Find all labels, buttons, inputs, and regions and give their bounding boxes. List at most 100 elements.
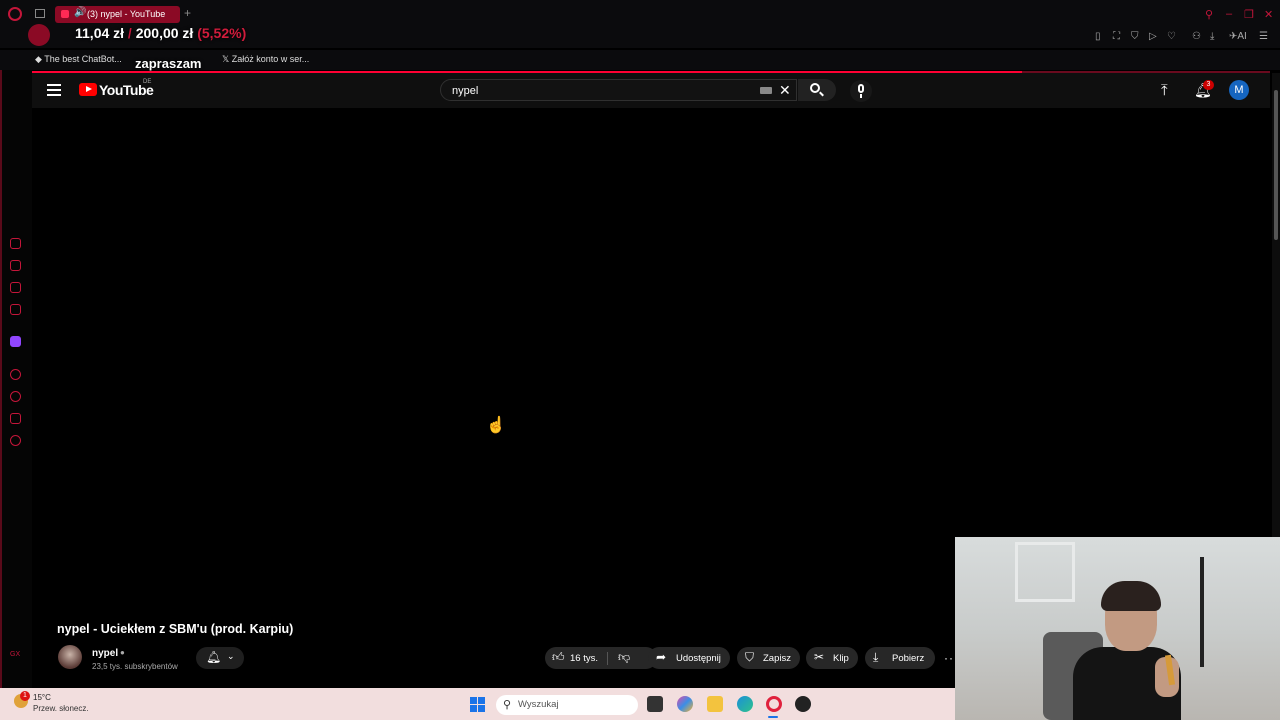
- country-code: DE: [143, 79, 152, 85]
- edge-browser-icon[interactable]: [737, 696, 753, 712]
- download-arrow-icon: ⤓: [873, 650, 879, 664]
- like-count: 16 tys.: [570, 653, 598, 664]
- new-tab-icon[interactable]: +: [184, 6, 191, 20]
- save-label: Zapisz: [763, 653, 791, 664]
- sidebar-gx-icon[interactable]: GX: [10, 651, 21, 662]
- weather-condition[interactable]: Przew. słonecz.: [33, 704, 89, 713]
- bookmark-chatbot-label: The best ChatBot...: [44, 54, 122, 64]
- microphone-icon: [858, 84, 864, 93]
- channel-name[interactable]: nypel: [92, 648, 118, 659]
- taskbar-search-placeholder: Wyszukaj: [518, 699, 559, 710]
- overlay-caption: zapraszam: [135, 56, 202, 71]
- back-button[interactable]: [28, 24, 50, 46]
- weather-temperature[interactable]: 15°C: [33, 693, 51, 702]
- sidebar-history-icon[interactable]: [10, 238, 21, 249]
- bookmark-chatbot[interactable]: ◆ The best ChatBot...: [35, 54, 122, 65]
- opera-gx-taskbar-icon[interactable]: [766, 696, 782, 712]
- task-view-icon[interactable]: [647, 696, 663, 712]
- aria-ai-icon[interactable]: ✈AI: [1229, 31, 1247, 42]
- voice-search-button[interactable]: [850, 80, 872, 102]
- save-button[interactable]: ⛉ Zapisz: [737, 647, 800, 669]
- subscription-bell-button[interactable]: 🔔︎ ⌄: [196, 647, 244, 669]
- scrollbar-thumb[interactable]: [1274, 90, 1278, 240]
- webcam-mic-stand: [1200, 557, 1204, 667]
- opera-sidebar: [0, 70, 32, 690]
- upload-icon[interactable]: ⤒: [1161, 82, 1168, 99]
- heart-icon[interactable]: ♡: [1167, 31, 1176, 42]
- browser-tab[interactable]: 🔊 (3) nypel - YouTube: [55, 6, 180, 23]
- donation-goal-overlay: 11,04 zł / 200,00 zł (5,52%): [75, 25, 246, 41]
- keyboard-icon[interactable]: [760, 87, 772, 94]
- restore-icon[interactable]: ❐: [1244, 8, 1254, 21]
- hamburger-menu-icon[interactable]: [47, 84, 61, 99]
- clear-search-icon[interactable]: ✕: [779, 82, 791, 99]
- copilot-icon[interactable]: [677, 696, 693, 712]
- tab-title: (3) nypel - YouTube: [87, 9, 166, 19]
- bookmark-icon[interactable]: ▯: [1095, 31, 1101, 42]
- thumbs-down-icon: 👎︎: [618, 650, 631, 664]
- taskbar-search-box[interactable]: ⚲ Wyszukaj: [496, 695, 638, 715]
- search-button[interactable]: [798, 79, 836, 101]
- donation-separator: /: [124, 25, 136, 41]
- download-label: Pobierz: [892, 653, 925, 664]
- sidebar-messenger-icon[interactable]: [10, 282, 21, 293]
- sidebar-workspace-icon[interactable]: [10, 260, 21, 271]
- minimize-icon[interactable]: –: [1226, 8, 1232, 20]
- speaker-icon[interactable]: 🔊: [74, 7, 86, 18]
- share-icon: ➦: [656, 650, 667, 664]
- hand-cursor-icon: ☝: [486, 417, 506, 434]
- weather-alert-badge: 1: [20, 691, 30, 701]
- file-explorer-icon[interactable]: [707, 696, 723, 712]
- donation-goal: 200,00 zł: [135, 25, 194, 41]
- video-title: nypel - Uciekłem z SBM'u (prod. Karpiu): [57, 622, 294, 636]
- download-icon[interactable]: ⤓: [1210, 31, 1214, 42]
- bookmark-x-account[interactable]: 𝕏 Załóż konto w ser...: [222, 54, 309, 65]
- scissors-icon: ✂: [814, 650, 825, 664]
- browser-tab-bar: [0, 0, 1280, 28]
- share-label: Udostępnij: [676, 653, 721, 664]
- microphone-stand: [860, 94, 862, 98]
- search-box[interactable]: [440, 79, 797, 101]
- like-divider: [607, 652, 608, 665]
- menu-icon[interactable]: ☰: [1259, 31, 1268, 42]
- webcam-person-hair: [1101, 581, 1161, 611]
- webcam-overlay: [955, 537, 1280, 720]
- active-app-indicator: [768, 716, 778, 718]
- youtube-logo-icon[interactable]: [79, 83, 97, 96]
- shield-icon[interactable]: ⛉: [1131, 31, 1139, 42]
- windows-start-icon[interactable]: [470, 697, 485, 712]
- notification-badge: 3: [1203, 80, 1214, 90]
- donation-amount: 11,04 zł: [75, 25, 125, 41]
- sidebar-news-icon[interactable]: [10, 304, 21, 315]
- sidebar-clock-icon[interactable]: [10, 391, 21, 402]
- user-avatar[interactable]: M: [1229, 80, 1249, 100]
- account-icon[interactable]: ⚇: [1192, 31, 1201, 42]
- webcam-wall-frame: [1015, 542, 1075, 602]
- sidebar-settings-icon[interactable]: [10, 435, 21, 446]
- bookmark-x-label: Załóż konto w ser...: [231, 54, 310, 64]
- search-input[interactable]: [450, 84, 754, 98]
- chevron-down-icon: ⌄: [227, 651, 235, 661]
- sidebar-twitch-icon[interactable]: [10, 336, 21, 347]
- taskbar-search-icon: ⚲: [503, 699, 512, 711]
- dislike-button[interactable]: 👎︎: [612, 647, 652, 669]
- opera-logo-icon[interactable]: [8, 7, 22, 21]
- share-button[interactable]: ➦ Udostępnij: [648, 647, 730, 669]
- close-window-icon[interactable]: ✕: [1264, 8, 1273, 21]
- verified-icon: ●: [120, 648, 125, 657]
- snapshot-icon[interactable]: ⛶: [1113, 31, 1120, 42]
- sidebar-extensions-icon[interactable]: [10, 413, 21, 424]
- sidebar-player-icon[interactable]: [10, 369, 21, 380]
- search-tabs-icon[interactable]: ⚲: [1205, 8, 1213, 21]
- clip-label: Klip: [833, 653, 849, 664]
- play-icon[interactable]: ▷: [1149, 31, 1157, 42]
- channel-avatar[interactable]: [58, 645, 82, 669]
- donation-percent: (5,52%): [197, 25, 247, 41]
- steam-icon[interactable]: [795, 696, 811, 712]
- download-button[interactable]: ⤓ Pobierz: [865, 647, 935, 669]
- tab-island-icon[interactable]: [35, 9, 45, 18]
- like-button[interactable]: 👍︎ 16 tys.: [545, 647, 607, 669]
- save-playlist-icon: ⛉: [745, 650, 755, 664]
- clip-button[interactable]: ✂ Klip: [806, 647, 858, 669]
- thumbs-up-icon: 👍︎: [552, 650, 565, 664]
